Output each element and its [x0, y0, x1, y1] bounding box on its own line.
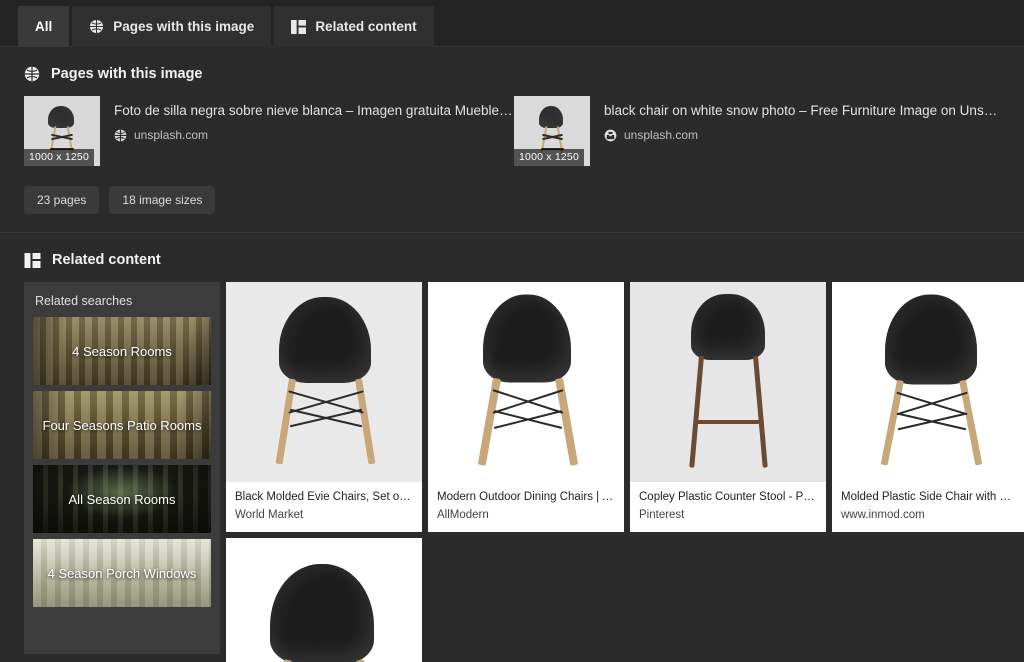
related-search-item[interactable]: 4 Season Rooms: [33, 317, 211, 385]
globe-grid-icon: [114, 129, 127, 142]
page-result-thumbnail[interactable]: 1000 x 1250: [514, 96, 590, 166]
related-card-image: [428, 282, 624, 482]
tab-all-label: All: [35, 19, 52, 34]
tab-bar: All Pages with this image: [0, 0, 1024, 47]
related-search-label: All Season Rooms: [33, 465, 211, 533]
related-card-image: [226, 282, 422, 482]
pages-section-title: Pages with this image: [51, 66, 203, 82]
related-card-caption: Black Molded Evie Chairs, Set of 2 | ...…: [226, 482, 422, 532]
related-search-item[interactable]: 4 Season Porch Windows: [33, 539, 211, 607]
page-result-source: unsplash.com: [604, 128, 1004, 142]
related-card[interactable]: Molded Plastic Side Chair with Wood... w…: [832, 282, 1024, 532]
related-card[interactable]: Black Molded Evie Chairs, Set of 2 | ...…: [226, 282, 422, 532]
related-card-image: [832, 282, 1024, 482]
related-card[interactable]: Modern Outdoor Dining Chairs | AllM... A…: [428, 282, 624, 532]
page-result-title: Foto de silla negra sobre nieve blanca –…: [114, 102, 514, 119]
related-card-site: AllModern: [437, 509, 615, 521]
page-result-item[interactable]: 1000 x 1250 black chair on white snow ph…: [514, 96, 1004, 166]
related-content-grid: Black Molded Evie Chairs, Set of 2 | ...…: [0, 282, 1024, 662]
globe-grid-icon: [89, 19, 104, 34]
globe-grid-icon: [24, 66, 40, 82]
related-card-caption: Modern Outdoor Dining Chairs | AllM... A…: [428, 482, 624, 532]
related-search-label: 4 Season Porch Windows: [33, 539, 211, 607]
related-search-label: Four Seasons Patio Rooms: [33, 391, 211, 459]
related-card-site: Pinterest: [639, 509, 817, 521]
page-result-site-label: unsplash.com: [134, 128, 208, 142]
related-card[interactable]: [226, 538, 422, 662]
page-filter-pills: 23 pages 18 image sizes: [0, 166, 1024, 232]
page-result-site-label: unsplash.com: [624, 128, 698, 142]
related-card-caption: Molded Plastic Side Chair with Wood... w…: [832, 482, 1024, 532]
related-card-image: [226, 538, 422, 662]
related-card-caption: Copley Plastic Counter Stool - Projec...…: [630, 482, 826, 532]
related-card-image: [630, 282, 826, 482]
related-search-item[interactable]: All Season Rooms: [33, 465, 211, 533]
related-searches-heading: Related searches: [33, 290, 211, 311]
tab-pages-label: Pages with this image: [113, 19, 254, 34]
pill-pages-count[interactable]: 23 pages: [24, 186, 99, 214]
related-searches-panel: Related searches 4 Season Rooms Four Sea…: [24, 282, 220, 654]
related-card-title: Modern Outdoor Dining Chairs | AllM...: [437, 490, 615, 505]
related-card-title: Molded Plastic Side Chair with Wood...: [841, 490, 1019, 505]
thumbnail-dimensions: 1000 x 1250: [24, 149, 94, 166]
layout-blocks-icon: [291, 20, 306, 34]
related-section-heading: Related content: [0, 233, 1024, 282]
pill-image-sizes-count[interactable]: 18 image sizes: [109, 186, 215, 214]
thumbnail-dimensions: 1000 x 1250: [514, 149, 584, 166]
pages-section-heading: Pages with this image: [0, 47, 1024, 96]
image-details-panel: All Pages with this image: [0, 0, 1024, 662]
related-search-item[interactable]: Four Seasons Patio Rooms: [33, 391, 211, 459]
tab-all[interactable]: All: [18, 6, 69, 47]
page-results-list: 1000 x 1250 Foto de silla negra sobre ni…: [0, 96, 1024, 166]
page-result-source: unsplash.com: [114, 128, 514, 142]
tab-related-label: Related content: [315, 19, 416, 34]
related-card-site: www.inmod.com: [841, 509, 1019, 521]
page-result-item[interactable]: 1000 x 1250 Foto de silla negra sobre ni…: [24, 96, 514, 166]
unsplash-circle-icon: [604, 129, 617, 142]
page-result-thumbnail[interactable]: 1000 x 1250: [24, 96, 100, 166]
tab-related-content[interactable]: Related content: [274, 6, 433, 47]
related-search-label: 4 Season Rooms: [33, 317, 211, 385]
layout-blocks-icon: [24, 253, 41, 268]
related-card-site: World Market: [235, 509, 413, 521]
related-card-title: Copley Plastic Counter Stool - Projec...: [639, 490, 817, 505]
tab-pages-with-this-image[interactable]: Pages with this image: [72, 6, 271, 47]
related-section-title: Related content: [52, 252, 161, 268]
related-card-title: Black Molded Evie Chairs, Set of 2 | ...: [235, 490, 413, 505]
related-card[interactable]: Copley Plastic Counter Stool - Projec...…: [630, 282, 826, 532]
page-result-title: black chair on white snow photo – Free F…: [604, 102, 1004, 119]
